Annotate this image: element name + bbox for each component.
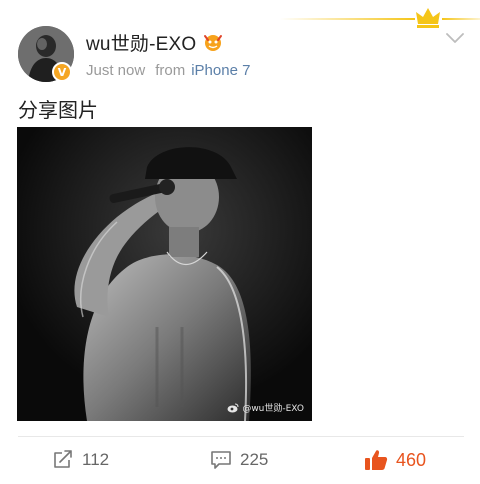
- concert-photo: [17, 127, 312, 421]
- crown-icon: [416, 8, 440, 28]
- like-count: 460: [396, 449, 427, 470]
- thumbs-up-icon: [365, 450, 388, 470]
- post-image[interactable]: @wu世勋-EXO: [17, 127, 312, 421]
- comment-button[interactable]: 225: [210, 446, 268, 474]
- watermark-text: @wu世勋-EXO: [242, 404, 304, 414]
- weibo-logo-icon: [227, 403, 239, 412]
- chevron-down-icon[interactable]: [446, 32, 464, 44]
- from-label: from: [155, 61, 186, 79]
- comment-count: 225: [240, 450, 269, 469]
- repost-button[interactable]: 112: [52, 446, 109, 474]
- fan-badge-icon: [204, 35, 223, 51]
- verified-badge: V: [52, 62, 72, 82]
- comment-icon: [211, 451, 231, 469]
- post-meta: Just now from iPhone 7: [86, 60, 250, 80]
- like-button[interactable]: 460: [364, 446, 426, 474]
- repost-count: 112: [82, 450, 110, 469]
- repost-icon: [54, 450, 72, 468]
- post-time: Just now: [86, 61, 146, 79]
- image-watermark: @wu世勋-EXO: [227, 401, 304, 414]
- action-divider: [18, 436, 464, 437]
- username[interactable]: wu世勋-EXO: [86, 29, 196, 56]
- post-text: 分享图片: [18, 98, 98, 122]
- username-row: wu世勋-EXO: [86, 29, 224, 56]
- device-link[interactable]: iPhone 7: [191, 62, 250, 79]
